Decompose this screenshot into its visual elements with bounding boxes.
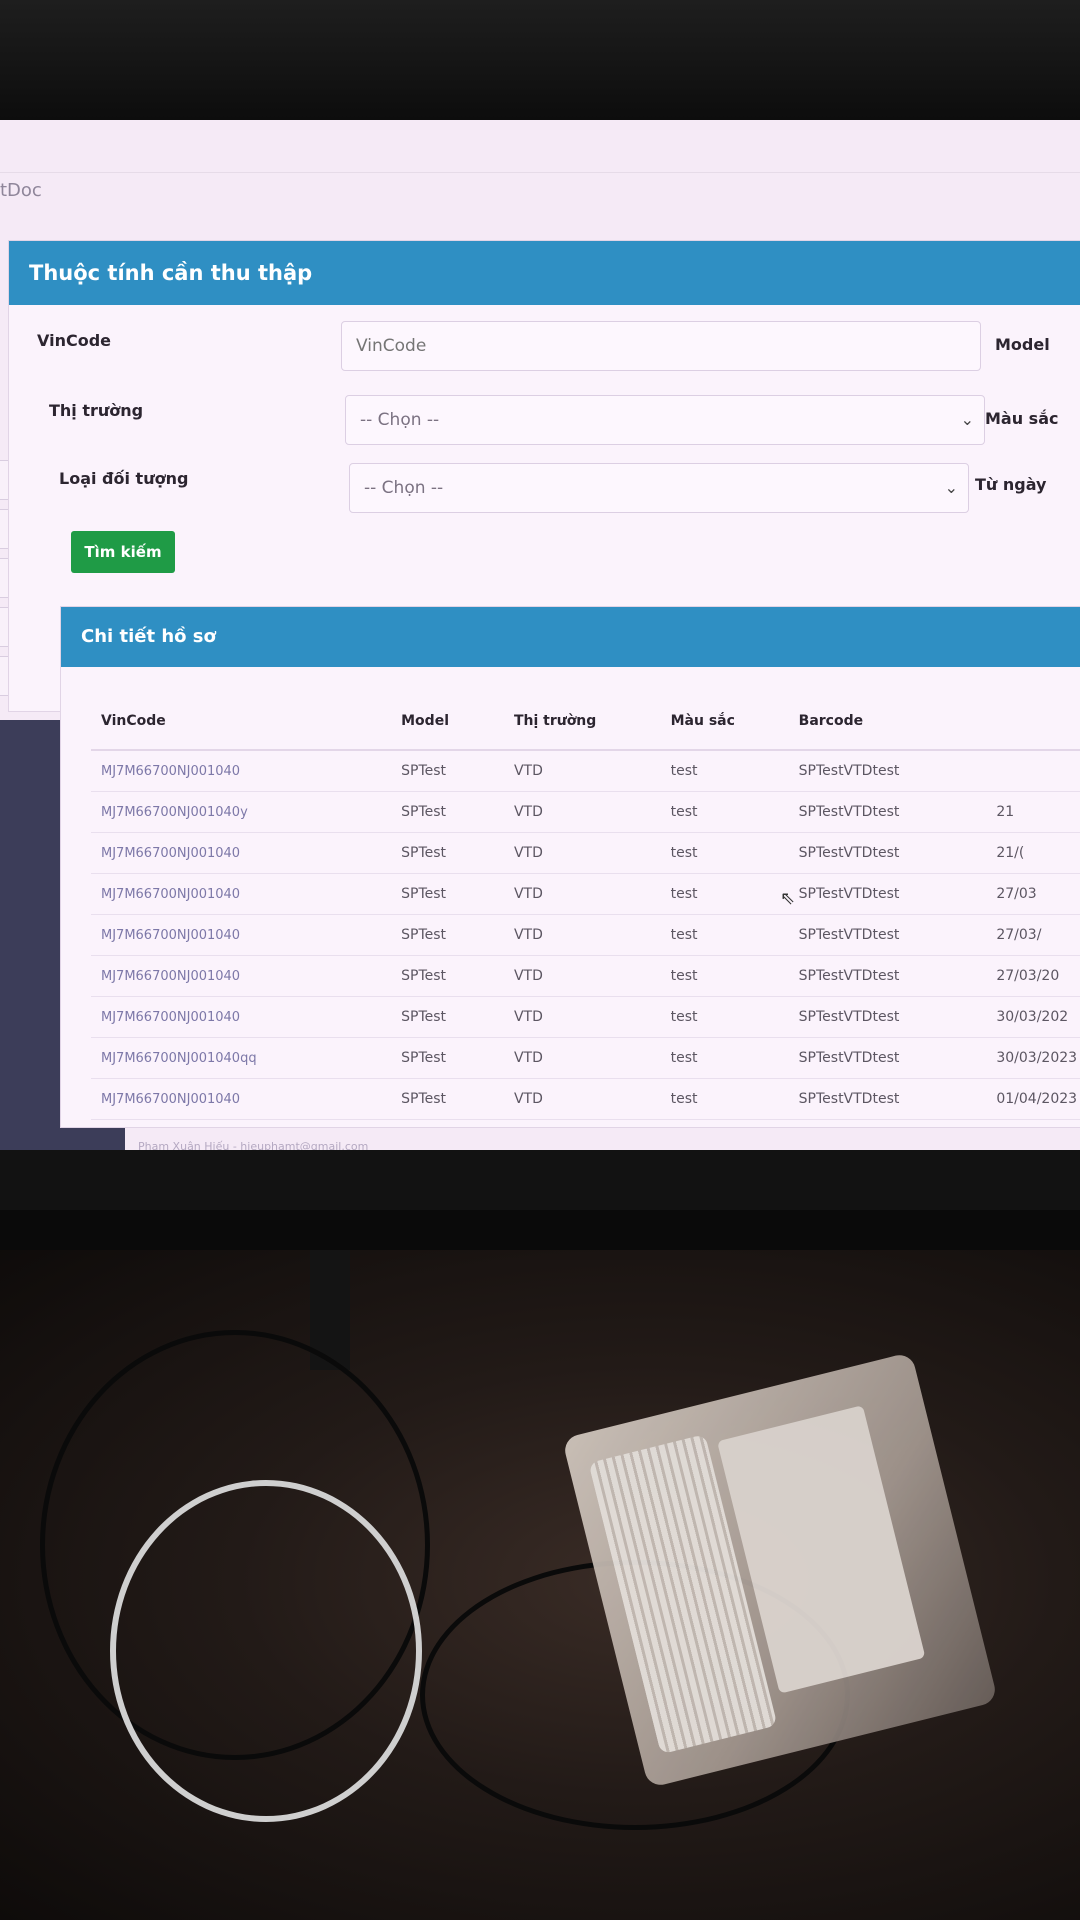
cell-market: VTD (503, 955, 661, 997)
cell-market: VTD (503, 996, 661, 1038)
vincode-row: VinCode Model (9, 321, 1080, 377)
table-row[interactable]: MJ7M66700NJ001040 SPTest VTD test SPTest… (91, 873, 1080, 915)
monitor-bezel-top (0, 0, 1080, 120)
cell-vincode: MJ7M66700NJ001040qq (91, 1037, 392, 1079)
col-color[interactable]: Màu sắc (660, 693, 789, 751)
cell-date: 21 (986, 791, 1080, 833)
records-table: VinCode Model Thị trường Màu sắc Barcode… (91, 693, 1080, 1120)
cell-barcode: SPTestVTDtest (788, 914, 987, 956)
cell-color: test (660, 914, 789, 956)
cell-barcode: SPTestVTDtest (788, 1037, 987, 1079)
col-vincode[interactable]: VinCode (91, 693, 392, 751)
cell-color: test (660, 1037, 789, 1079)
cell-market: VTD (503, 832, 661, 874)
cell-date: 27/03/20 (986, 955, 1080, 997)
cell-barcode: SPTestVTDtest (788, 832, 987, 874)
table-row[interactable]: MJ7M66700NJ001040qq SPTest VTD test SPTe… (91, 1037, 1080, 1079)
cell-barcode: SPTestVTDtest (788, 791, 987, 833)
cell-vincode: MJ7M66700NJ001040 (91, 750, 392, 792)
search-button[interactable]: Tìm kiếm (71, 531, 175, 573)
top-divider (0, 172, 1080, 173)
cell-date: 27/03/ (986, 914, 1080, 956)
market-row: Thị trường -- Chọn -- ⌄ Màu sắc (9, 391, 1080, 447)
cell-color: test (660, 1078, 789, 1120)
object-type-row: Loại đối tượng -- Chọn -- ⌄ Từ ngày (9, 459, 1080, 515)
vincode-input[interactable] (341, 321, 981, 371)
cell-model: SPTest (391, 832, 504, 874)
table-row[interactable]: MJ7M66700NJ001040 SPTest VTD test SPTest… (91, 1078, 1080, 1120)
cell-model: SPTest (391, 996, 504, 1038)
cell-barcode: SPTestVTDtest (788, 750, 987, 792)
cell-color: test (660, 955, 789, 997)
cell-date: 21/( (986, 832, 1080, 874)
market-select-value: -- Chọn -- (360, 410, 440, 430)
table-row[interactable]: MJ7M66700NJ001040y SPTest VTD test SPTes… (91, 791, 1080, 833)
table-row[interactable]: MJ7M66700NJ001040 SPTest VTD test SPTest… (91, 750, 1080, 792)
cell-color: test (660, 996, 789, 1038)
detail-panel-title: Chi tiết hồ sơ (61, 607, 1080, 667)
cell-color: test (660, 791, 789, 833)
market-label: Thị trường (49, 401, 144, 420)
app-title: tDoc (0, 180, 42, 201)
cell-market: VTD (503, 1037, 661, 1079)
table-row[interactable]: MJ7M66700NJ001040 SPTest VTD test SPTest… (91, 955, 1080, 997)
object-type-select-value: -- Chọn -- (364, 478, 444, 498)
table-row[interactable]: MJ7M66700NJ001040 SPTest VTD test SPTest… (91, 914, 1080, 956)
cell-market: VTD (503, 750, 661, 792)
cell-vincode: MJ7M66700NJ001040 (91, 914, 392, 956)
detail-panel: Chi tiết hồ sơ VinCode Model Thị trường … (60, 606, 1080, 1128)
screen: tDoc Thuộc tính cần thu thập VinCode Mod… (0, 120, 1080, 1150)
cell-vincode: MJ7M66700NJ001040 (91, 955, 392, 997)
cell-vincode: MJ7M66700NJ001040 (91, 1078, 392, 1120)
col-date[interactable] (986, 693, 1080, 751)
table-row[interactable]: MJ7M66700NJ001040 SPTest VTD test SPTest… (91, 832, 1080, 874)
cell-date: 01/04/2023 0 (986, 1078, 1080, 1120)
col-barcode[interactable]: Barcode (788, 693, 987, 751)
object-type-select[interactable]: -- Chọn -- ⌄ (349, 463, 969, 513)
col-market[interactable]: Thị trường (503, 693, 661, 751)
footer-credit: Pham Xuân Hiếu - hieuphamt@gmail.com (138, 1140, 369, 1150)
table-header-row: VinCode Model Thị trường Màu sắc Barcode (91, 693, 1080, 751)
cell-model: SPTest (391, 914, 504, 956)
market-select[interactable]: -- Chọn -- ⌄ (345, 395, 985, 445)
cell-color: test (660, 750, 789, 792)
cell-market: VTD (503, 914, 661, 956)
cell-market: VTD (503, 1078, 661, 1120)
cell-model: SPTest (391, 791, 504, 833)
cell-color: test (660, 832, 789, 874)
chevron-down-icon: ⌄ (960, 410, 974, 429)
chevron-down-icon: ⌄ (944, 478, 958, 497)
model-label: Model (995, 335, 1050, 354)
table-row[interactable]: MJ7M66700NJ001040 SPTest VTD test SPTest… (91, 996, 1080, 1038)
cell-model: SPTest (391, 873, 504, 915)
cell-market: VTD (503, 873, 661, 915)
cell-model: SPTest (391, 1037, 504, 1079)
vincode-label: VinCode (37, 331, 112, 350)
cell-vincode: MJ7M66700NJ001040 (91, 996, 392, 1038)
cell-vincode: MJ7M66700NJ001040 (91, 873, 392, 915)
color-label: Màu sắc (985, 409, 1059, 428)
from-date-label: Từ ngày (975, 475, 1047, 494)
cell-date: 30/03/202 (986, 996, 1080, 1038)
cell-model: SPTest (391, 750, 504, 792)
cable-white (110, 1480, 422, 1822)
attributes-panel-title: Thuộc tính cần thu thập (9, 241, 1080, 305)
mouse-cursor-icon: ⇖ (780, 888, 796, 909)
col-model[interactable]: Model (391, 693, 504, 751)
cell-date (986, 750, 1080, 792)
cell-barcode: SPTestVTDtest (788, 996, 987, 1038)
cell-market: VTD (503, 791, 661, 833)
cell-barcode: SPTestVTDtest (788, 1078, 987, 1120)
cell-date: 30/03/2023 (986, 1037, 1080, 1079)
cell-date: 27/03 (986, 873, 1080, 915)
cell-model: SPTest (391, 955, 504, 997)
cell-barcode: SPTestVTDtest (788, 873, 987, 915)
cell-vincode: MJ7M66700NJ001040 (91, 832, 392, 874)
object-type-label: Loại đối tượng (59, 469, 189, 488)
monitor-bezel-bottom (0, 1210, 1080, 1250)
cell-barcode: SPTestVTDtest (788, 955, 987, 997)
cell-model: SPTest (391, 1078, 504, 1120)
cell-color: test (660, 873, 789, 915)
cell-vincode: MJ7M66700NJ001040y (91, 791, 392, 833)
